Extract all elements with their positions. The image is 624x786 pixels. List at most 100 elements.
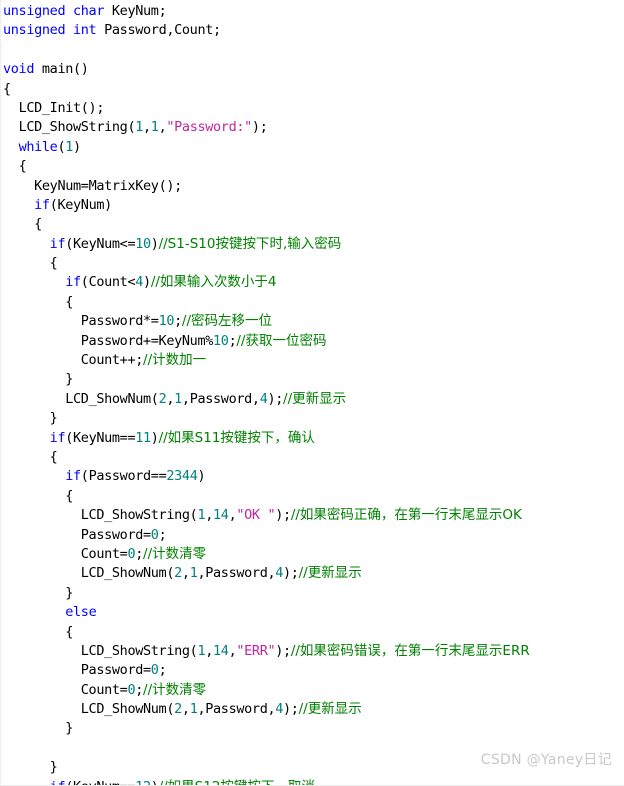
code-line: { xyxy=(3,157,624,176)
code-token-num: 1 xyxy=(135,119,144,136)
code-token-pln: } xyxy=(65,584,74,601)
code-token-pln: ) xyxy=(150,235,159,252)
code-token-pln: ) xyxy=(73,138,81,155)
code-token-cmt: //获取一位密码 xyxy=(236,332,327,349)
code-token-pln: Password+=KeyNum% xyxy=(80,332,214,349)
code-line: { xyxy=(3,293,624,312)
code-token-cmt: //更新显示 xyxy=(298,701,362,718)
code-token-pln: , xyxy=(181,565,190,582)
code-line: } xyxy=(3,584,624,603)
code-token-pln: ; xyxy=(135,681,144,698)
code-token-num: 11 xyxy=(135,429,151,446)
code-token-kw: unsigned int xyxy=(3,22,97,39)
code-line: { xyxy=(3,623,624,642)
code-line: if(Password==2344) xyxy=(3,467,624,486)
code-token-pln: } xyxy=(49,759,58,776)
code-line: if(Count<4)//如果输入次数小于4 xyxy=(3,273,624,292)
code-token-kw: else xyxy=(65,604,97,621)
code-line: } xyxy=(3,719,624,738)
code-line: } xyxy=(3,409,624,428)
code-token-num: 0 xyxy=(150,526,159,543)
code-token-num: 10 xyxy=(135,235,151,252)
code-token-pln: Count= xyxy=(80,681,128,698)
code-line: if(KeyNum<=10)//S1-S10按键按下时,输入密码 xyxy=(3,235,624,254)
code-token-pln: ) xyxy=(151,779,159,785)
code-token-pln: , xyxy=(205,507,214,524)
code-line: Count=0;//计数清零 xyxy=(3,681,624,700)
code-token-pln: , xyxy=(205,642,214,659)
code-token-pln: LCD_ShowString( xyxy=(80,507,198,524)
code-token-pln: { xyxy=(65,623,74,640)
code-token-kw: if xyxy=(65,274,81,291)
code-token-str: "OK " xyxy=(236,507,276,524)
code-token-cmt: //S1-S10按键按下时,输入密码 xyxy=(158,235,342,252)
code-token-num: 2344 xyxy=(166,468,198,485)
code-line: LCD_ShowNum(2,1,Password,4);//更新显示 xyxy=(3,564,624,583)
code-token-num: 4 xyxy=(135,274,144,291)
code-token-pln: ; xyxy=(158,662,167,679)
code-token-pln: } xyxy=(65,720,74,737)
code-token-num: 2 xyxy=(174,565,182,582)
code-screenshot-surface: unsigned char KeyNum; unsigned int Passwo… xyxy=(0,0,624,786)
code-token-pln: LCD_ShowNum( xyxy=(80,701,175,718)
code-token-cmt: //更新显示 xyxy=(283,390,347,407)
code-token-cmt: //计数清零 xyxy=(143,545,207,562)
code-token-cmt: //如果密码错误，在第一行末尾显示ERR xyxy=(290,642,530,659)
code-line: Count=0;//计数清零 xyxy=(3,545,624,564)
code-token-kw: if xyxy=(65,468,81,485)
code-token-num: 1 xyxy=(150,119,159,136)
code-token-pln: ) xyxy=(150,429,159,446)
code-token-pln: Count= xyxy=(80,545,128,562)
code-line: while(1) xyxy=(3,138,624,157)
code-line: Password*=10;//密码左移一位 xyxy=(3,312,624,331)
code-line: unsigned char KeyNum; xyxy=(3,2,624,21)
code-token-kw: void xyxy=(3,61,35,78)
code-token-kw: if xyxy=(50,779,66,785)
code-token-pln: (KeyNum== xyxy=(65,429,136,446)
code-token-num: 10 xyxy=(158,313,175,330)
code-token-cmt: //如果S12按键按下，取消 xyxy=(159,779,315,785)
code-token-cmt: //如果输入次数小于4 xyxy=(150,274,277,291)
code-token-cmt: //更新显示 xyxy=(298,565,362,582)
code-token-pln: ,Password, xyxy=(197,565,276,582)
code-token-pln: { xyxy=(34,216,42,233)
code-token-num: 1 xyxy=(65,138,74,155)
code-line: else xyxy=(3,603,624,622)
code-token-pln: ) xyxy=(143,274,151,291)
code-token-kw: if xyxy=(49,429,66,446)
code-token-num: 10 xyxy=(213,332,229,349)
code-token-cmt: //密码左移一位 xyxy=(181,313,273,330)
code-token-pln: (Count< xyxy=(80,274,136,291)
code-line: Password+=KeyNum%10;//获取一位密码 xyxy=(3,332,624,351)
code-token-num: 14 xyxy=(213,642,229,659)
code-token-pln: { xyxy=(49,448,58,465)
code-token-pln: } xyxy=(65,371,74,388)
code-token-pln: LCD_ShowNum( xyxy=(80,565,175,582)
code-token-kw: unsigned char xyxy=(3,3,105,19)
code-listing[interactable]: unsigned char KeyNum; unsigned int Passwo… xyxy=(1,2,624,785)
code-token-cmt: //如果S11按键按下，确认 xyxy=(158,429,315,446)
code-token-num: 4 xyxy=(275,701,284,718)
code-line: if(KeyNum==12)//如果S12按键按下，取消 xyxy=(3,778,624,785)
code-line: LCD_ShowNum(2,1,Password,4);//更新显示 xyxy=(3,390,624,409)
code-token-pln: ; xyxy=(158,526,167,543)
code-token-pln: Count++; xyxy=(80,352,144,369)
code-token-pln: ); xyxy=(275,642,291,659)
code-line: { xyxy=(3,215,624,234)
code-token-num: 1 xyxy=(174,390,182,407)
code-line: LCD_Init(); xyxy=(3,99,624,118)
code-token-pln: (Password== xyxy=(80,468,167,485)
code-token-kw: while xyxy=(18,138,58,155)
code-token-pln: (KeyNum<= xyxy=(65,235,136,252)
code-line: LCD_ShowString(1,14,"ERR");//如果密码错误，在第一行… xyxy=(3,642,624,661)
code-line: LCD_ShowString(1,14,"OK ");//如果密码正确，在第一行… xyxy=(3,506,624,525)
code-token-pln: ; xyxy=(174,313,182,330)
code-token-pln: { xyxy=(65,293,74,310)
code-token-kw: if xyxy=(49,235,66,252)
code-token-pln: ); xyxy=(275,507,291,524)
code-token-cmt: //计数清零 xyxy=(143,681,207,698)
code-token-pln: Password,Count; xyxy=(96,22,221,39)
code-line: unsigned int Password,Count; xyxy=(3,21,624,40)
code-token-pln: LCD_ShowString( xyxy=(80,642,198,659)
code-token-pln: LCD_ShowNum( xyxy=(65,390,159,407)
